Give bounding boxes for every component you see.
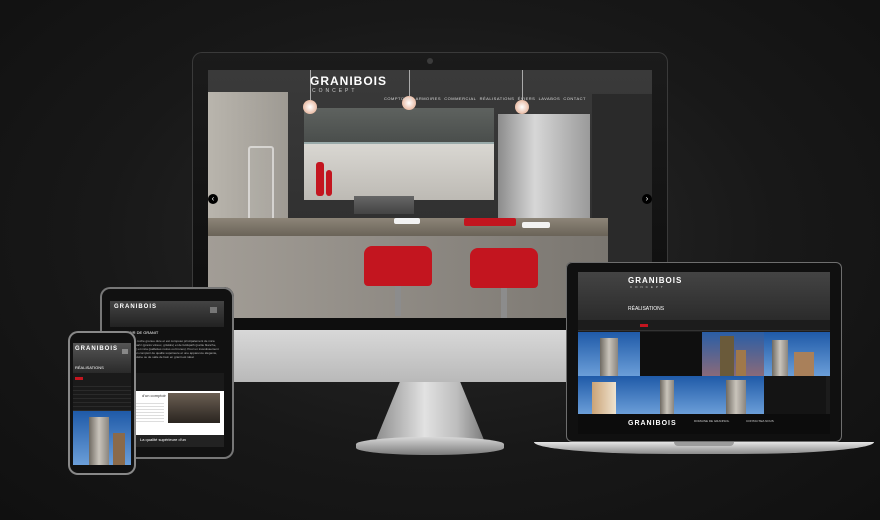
- nav-item-commercial[interactable]: COMMERCIAL: [444, 96, 476, 101]
- project-thumb-5[interactable]: [578, 376, 640, 414]
- footer-col-2: CONTACTEZ-NOUS: [746, 419, 774, 423]
- filter-active-tab[interactable]: [640, 324, 648, 327]
- red-bar-stool-left: [364, 246, 432, 286]
- chevron-right-icon[interactable]: ›: [642, 194, 652, 204]
- laptop-header: [578, 272, 830, 320]
- pendant-wire-2: [409, 70, 410, 96]
- project-thumb-4[interactable]: [764, 332, 830, 376]
- footer-col-1: DOMAINE DE GRANISOL: [694, 419, 730, 423]
- project-thumb-3[interactable]: [702, 332, 764, 376]
- white-plate-right: [522, 222, 550, 228]
- project-thumb-6[interactable]: [640, 376, 702, 414]
- kitchen-upper-cabinets: [304, 108, 494, 144]
- kitchen-backsplash: [304, 144, 494, 200]
- laptop: GRANIBOIS CONCEPT RÉALISATIONS GRANIBOIS…: [566, 262, 842, 442]
- laptop-section-title: RÉALISATIONS: [628, 306, 665, 312]
- tablet-caption: La qualité supérieure d'un: [140, 437, 186, 442]
- nav-item-comptoirs[interactable]: COMPTOIRS: [384, 96, 413, 101]
- menu-icon[interactable]: [122, 349, 128, 354]
- red-tray: [464, 218, 516, 226]
- project-thumb-1[interactable]: [578, 332, 640, 376]
- project-thumb-8[interactable]: [764, 376, 826, 414]
- laptop-footer: [578, 414, 830, 434]
- laptop-notch: [674, 442, 734, 446]
- site-tagline: CONCEPT: [312, 88, 358, 94]
- tablet-logo[interactable]: GRANIBOIS: [114, 304, 157, 310]
- laptop-website-screen: GRANIBOIS CONCEPT RÉALISATIONS GRANIBOIS…: [578, 272, 830, 434]
- camera-icon: [427, 58, 433, 64]
- red-bar-stool-right: [470, 248, 538, 288]
- nav-item-armoires[interactable]: ARMOIRES: [416, 96, 441, 101]
- site-nav: COMPTOIRS ARMOIRES COMMERCIAL RÉALISATIO…: [384, 96, 586, 101]
- nav-item-lavabos[interactable]: LAVABOS: [539, 96, 561, 101]
- stool-leg-left: [395, 286, 401, 316]
- smartphone: GRANIBOIS RÉALISATIONS: [68, 331, 136, 475]
- phone-website-screen: GRANIBOIS RÉALISATIONS: [73, 343, 131, 465]
- laptop-footer-logo: GRANIBOIS: [628, 420, 677, 427]
- chevron-left-icon[interactable]: ‹: [208, 194, 218, 204]
- phone-section-title: RÉALISATIONS: [75, 365, 104, 370]
- nav-item-contact[interactable]: CONTACT: [563, 96, 586, 101]
- menu-icon[interactable]: [210, 307, 217, 313]
- laptop-logo[interactable]: GRANIBOIS: [628, 276, 682, 285]
- pendant-light-1: [303, 100, 317, 114]
- phone-filter-list: [73, 383, 131, 411]
- pendant-light-3: [515, 100, 529, 114]
- white-plate: [394, 218, 420, 224]
- phone-active-tab[interactable]: [75, 377, 83, 380]
- phone-logo[interactable]: GRANIBOIS: [75, 346, 118, 352]
- tablet-card-image[interactable]: [168, 393, 220, 423]
- red-vase-small: [326, 170, 332, 196]
- stool-leg-right: [501, 288, 507, 318]
- project-thumb-7[interactable]: [702, 376, 764, 414]
- nav-item-eviers[interactable]: ÉVIERS: [518, 96, 536, 101]
- laptop-tagline: CONCEPT: [630, 285, 666, 289]
- tablet-card-title: d'un comptoir: [142, 393, 166, 398]
- divider: [578, 330, 830, 331]
- project-thumb-2[interactable]: [640, 332, 702, 376]
- phone-project-image[interactable]: [73, 411, 131, 465]
- imac-base: [356, 437, 504, 455]
- site-logo[interactable]: GRANIBOIS: [310, 74, 387, 88]
- nav-item-realisations[interactable]: RÉALISATIONS: [480, 96, 515, 101]
- red-vase: [316, 162, 324, 196]
- cooktop: [354, 196, 414, 214]
